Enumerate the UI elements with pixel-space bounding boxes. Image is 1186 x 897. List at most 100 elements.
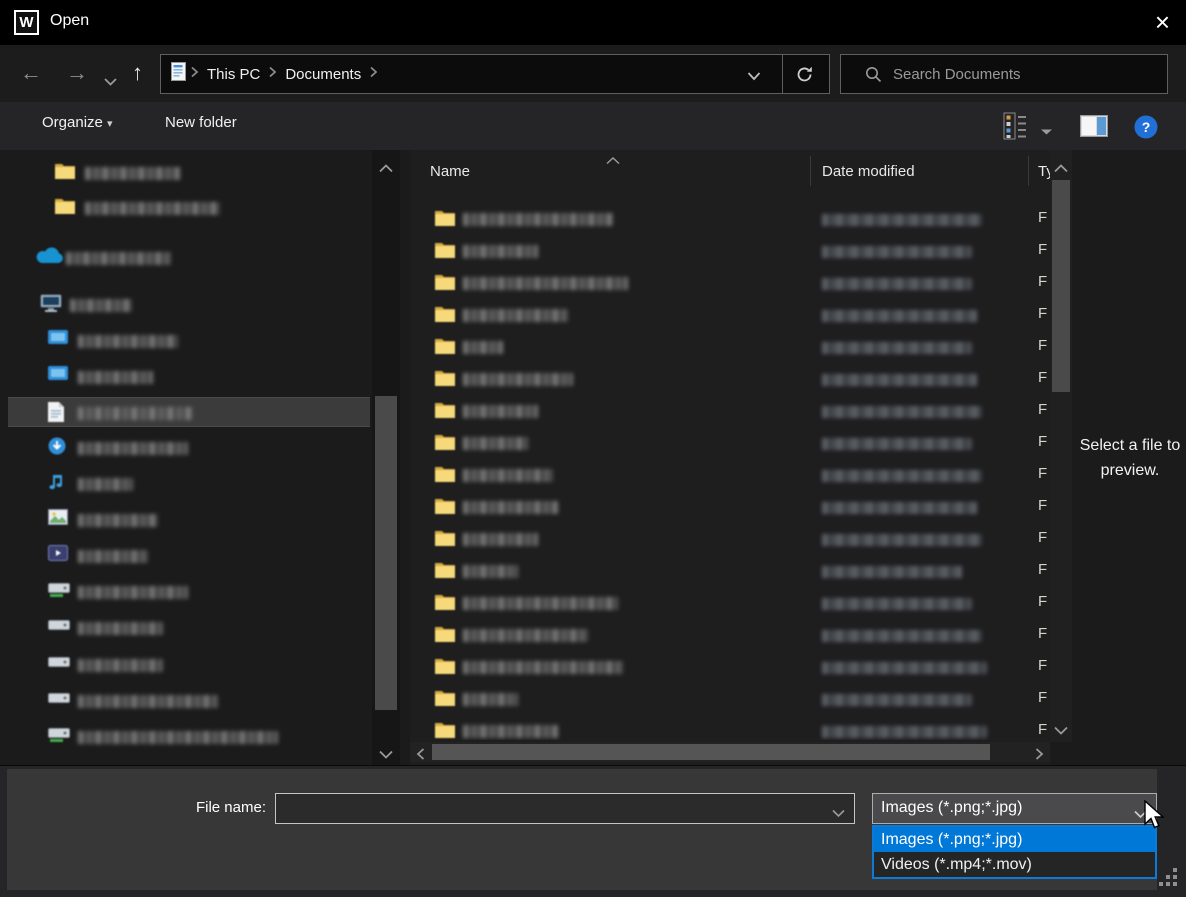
sidebar-item[interactable] <box>0 243 370 273</box>
file-type-cell: F <box>1038 657 1047 674</box>
file-row[interactable]: F <box>410 236 1050 266</box>
redacted-label <box>78 731 278 744</box>
sidebar-item[interactable] <box>0 577 370 607</box>
file-name-combo[interactable] <box>275 793 855 824</box>
sidebar-item[interactable] <box>0 433 370 463</box>
redacted-date <box>822 310 977 322</box>
file-type-cell: F <box>1038 465 1047 482</box>
view-options-chevron-icon[interactable] <box>1040 123 1053 141</box>
file-row[interactable]: F <box>410 396 1050 426</box>
new-folder-button[interactable]: New folder <box>165 114 237 131</box>
list-vertical-scrollbar[interactable] <box>1050 150 1072 742</box>
sidebar-item[interactable] <box>0 722 370 752</box>
file-row[interactable]: F <box>410 204 1050 234</box>
redacted-date <box>822 214 982 226</box>
folder-icon <box>435 273 455 295</box>
filetype-option-videos[interactable]: Videos (*.mp4;*.mov) <box>874 852 1155 877</box>
close-button[interactable]: × <box>1155 8 1170 36</box>
file-row[interactable]: F <box>410 492 1050 522</box>
file-type-cell: F <box>1038 561 1047 578</box>
file-row[interactable]: F <box>410 588 1050 618</box>
column-name[interactable]: Name <box>430 163 470 180</box>
scroll-down-icon[interactable] <box>1054 722 1068 740</box>
column-divider[interactable] <box>1028 156 1029 186</box>
list-scroll-thumb[interactable] <box>1052 180 1070 392</box>
organize-button[interactable]: Organize ▾ <box>42 114 113 131</box>
breadcrumb-documents[interactable]: Documents <box>281 66 365 83</box>
breadcrumb-chevron-icon[interactable] <box>268 65 277 83</box>
resize-grip-icon[interactable] <box>1158 867 1180 894</box>
up-button[interactable]: ↑ <box>132 58 143 88</box>
preview-pane-button[interactable] <box>1080 115 1108 142</box>
file-row[interactable]: F <box>410 300 1050 330</box>
refresh-icon[interactable] <box>795 65 814 89</box>
sidebar-item[interactable] <box>0 158 370 188</box>
scroll-up-icon[interactable] <box>1054 160 1068 178</box>
column-divider[interactable] <box>810 156 811 186</box>
sidebar-item[interactable] <box>0 193 370 223</box>
redacted-label <box>78 335 178 348</box>
file-row[interactable]: F <box>410 524 1050 554</box>
scroll-right-icon[interactable] <box>1035 747 1044 765</box>
sidebar-item[interactable] <box>0 686 370 716</box>
recent-locations-chevron-icon[interactable] <box>104 64 117 94</box>
folder-icon <box>435 689 455 711</box>
address-dropdown-chevron-icon[interactable] <box>747 68 761 86</box>
folder-icon <box>435 561 455 583</box>
file-type-combo[interactable]: Images (*.png;*.jpg) <box>872 793 1157 824</box>
file-row[interactable]: F <box>410 716 1050 740</box>
sidebar-item[interactable] <box>0 541 370 571</box>
file-row[interactable]: F <box>410 364 1050 394</box>
file-type-chevron-icon[interactable] <box>1134 806 1147 824</box>
breadcrumb-chevron-icon[interactable] <box>369 65 378 83</box>
horizontal-scroll-thumb[interactable] <box>432 744 990 760</box>
file-row[interactable]: F <box>410 332 1050 362</box>
filetype-option-images[interactable]: Images (*.png;*.jpg) <box>874 827 1155 852</box>
sidebar-item[interactable] <box>0 362 370 392</box>
sidebar-item[interactable] <box>0 613 370 643</box>
sidebar-item[interactable] <box>0 326 370 356</box>
sidebar-item[interactable] <box>0 650 370 680</box>
file-row[interactable]: F <box>410 620 1050 650</box>
sidebar-scrollbar[interactable] <box>372 150 400 765</box>
redacted-label <box>78 514 158 527</box>
sidebar-item[interactable] <box>0 290 370 320</box>
folder-icon <box>435 721 455 740</box>
sidebar-item[interactable] <box>0 469 370 499</box>
back-button[interactable]: ← <box>20 58 42 88</box>
file-row[interactable]: F <box>410 652 1050 682</box>
redacted-file-name <box>463 277 628 290</box>
details-view-button[interactable] <box>1003 112 1027 145</box>
folder-icon <box>435 465 455 487</box>
monitor-icon <box>48 366 68 387</box>
redacted-label <box>66 252 171 265</box>
file-name-input[interactable] <box>282 797 827 820</box>
sidebar-item-selected[interactable] <box>8 397 370 427</box>
file-type-cell: F <box>1038 369 1047 386</box>
breadcrumb-this-pc[interactable]: This PC <box>203 66 264 83</box>
search-input[interactable] <box>893 61 1153 87</box>
file-name-chevron-icon[interactable] <box>832 805 845 823</box>
breadcrumb-chevron-icon[interactable] <box>190 65 199 83</box>
redacted-label <box>78 442 188 455</box>
scroll-left-icon[interactable] <box>416 747 425 765</box>
scroll-up-icon[interactable] <box>379 160 393 178</box>
file-row[interactable]: F <box>410 684 1050 714</box>
help-button[interactable]: ? <box>1134 115 1158 144</box>
list-horizontal-scrollbar[interactable] <box>410 742 1050 762</box>
file-row[interactable]: F <box>410 556 1050 586</box>
redacted-file-name <box>463 373 573 386</box>
file-type-cell: F <box>1038 593 1047 610</box>
file-type-cell: F <box>1038 337 1047 354</box>
file-row[interactable]: F <box>410 428 1050 458</box>
search-box[interactable] <box>840 54 1168 94</box>
forward-button[interactable]: → <box>66 58 88 88</box>
sidebar-scroll-thumb[interactable] <box>375 396 397 710</box>
file-row[interactable]: F <box>410 268 1050 298</box>
sidebar-item[interactable] <box>0 505 370 535</box>
column-date-modified[interactable]: Date modified <box>822 163 915 180</box>
address-bar[interactable]: This PC Documents <box>160 54 830 94</box>
sort-indicator-icon <box>606 152 620 170</box>
file-row[interactable]: F <box>410 460 1050 490</box>
scroll-down-icon[interactable] <box>379 746 393 764</box>
